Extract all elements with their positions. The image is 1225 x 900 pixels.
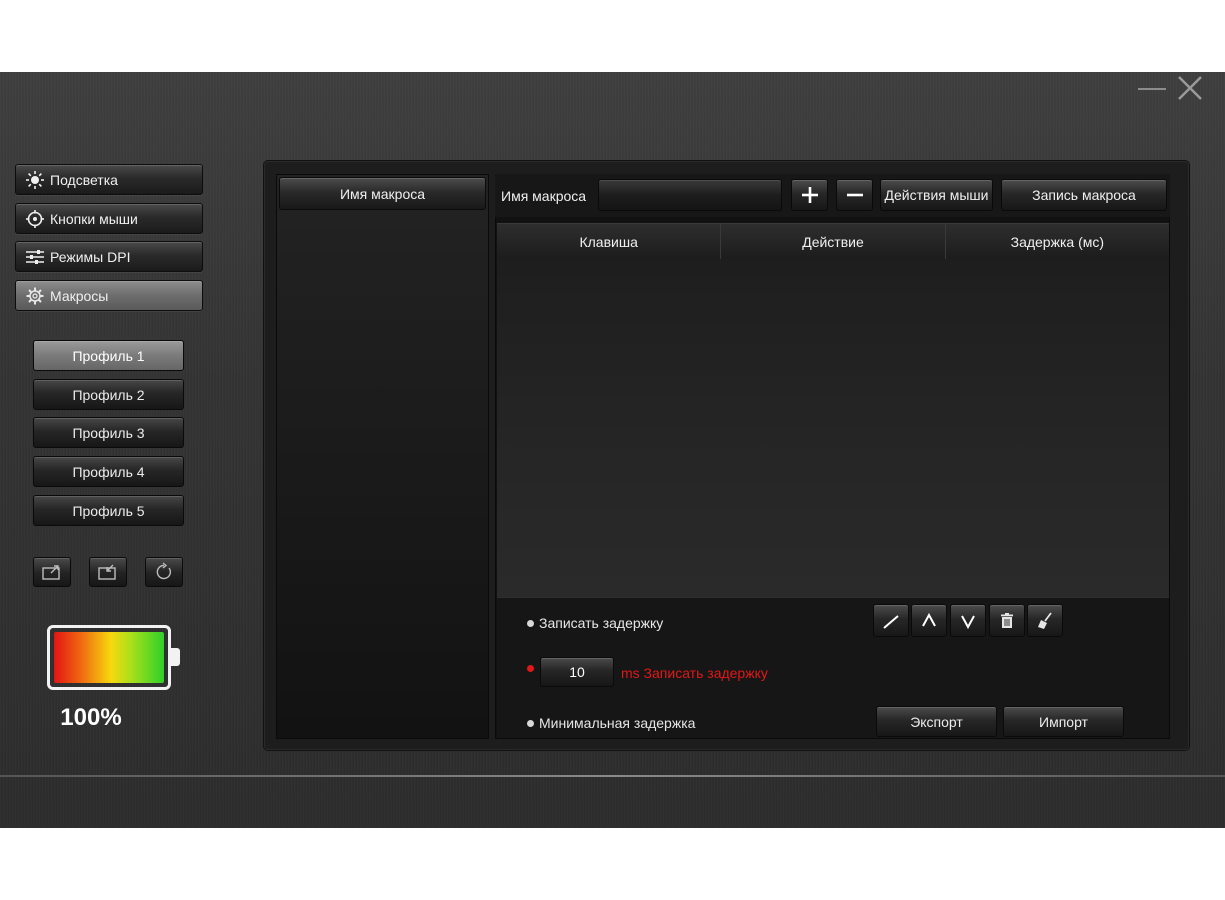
nav-lighting-button[interactable]: Подсветка xyxy=(15,164,203,195)
macro-name-input[interactable] xyxy=(598,179,782,211)
move-up-icon xyxy=(922,612,936,626)
radio-dot xyxy=(527,719,534,727)
profile-3-button[interactable]: Профиль 3 xyxy=(33,417,184,448)
min-delay-option[interactable]: Минимальная задержка xyxy=(527,715,695,731)
move-up-button[interactable] xyxy=(911,604,947,637)
profile-4-button[interactable]: Профиль 4 xyxy=(33,456,184,487)
export-button[interactable]: Экспорт xyxy=(876,706,997,737)
nav-dpi-button[interactable]: Режимы DPI xyxy=(15,241,203,272)
trash-icon xyxy=(1001,612,1013,628)
nav-macros-button[interactable]: Макросы xyxy=(15,280,203,311)
close-icon[interactable] xyxy=(1176,74,1204,102)
profile-5-button[interactable]: Профиль 5 xyxy=(33,495,184,526)
export-profile-icon xyxy=(42,565,60,580)
profile-2-button[interactable]: Профиль 2 xyxy=(33,379,184,410)
column-key: Клавиша xyxy=(497,224,722,259)
clear-icon xyxy=(1038,611,1052,629)
remove-macro-button[interactable] xyxy=(836,179,873,211)
import-profile-button[interactable] xyxy=(89,557,127,587)
profile-1-button[interactable]: Профиль 1 xyxy=(33,340,184,371)
sun-icon xyxy=(24,170,46,190)
fixed-delay-option[interactable] xyxy=(527,665,534,672)
nav-label: Макросы xyxy=(50,287,109,304)
import-profile-icon xyxy=(98,564,116,580)
minus-icon xyxy=(846,193,863,197)
column-action: Действие xyxy=(721,224,946,259)
record-macro-button[interactable]: Запись макроса xyxy=(1001,179,1167,211)
edit-icon xyxy=(883,614,899,629)
radio-dot xyxy=(527,665,534,672)
radio-dot xyxy=(527,619,534,627)
battery-indicator xyxy=(47,625,183,690)
footer-divider xyxy=(0,775,1225,777)
reset-profile-button[interactable] xyxy=(145,557,183,587)
macro-events-table[interactable] xyxy=(497,259,1169,597)
add-macro-button[interactable] xyxy=(791,179,828,211)
record-delay-label: Записать задержку xyxy=(539,615,664,631)
macro-name-label: Имя макроса xyxy=(501,188,587,204)
battery-percentage: 100% xyxy=(60,704,122,731)
move-down-button[interactable] xyxy=(950,604,986,637)
app-window: Подсветка Кнопки мыши Режимы DPI Макросы… xyxy=(0,72,1225,828)
nav-label: Кнопки мыши xyxy=(50,210,138,227)
macro-list[interactable] xyxy=(276,174,489,739)
table-header: Клавиша Действие Задержка (мс) xyxy=(497,223,1169,259)
sliders-icon xyxy=(24,247,46,267)
edit-event-button[interactable] xyxy=(873,604,909,637)
export-profile-button[interactable] xyxy=(33,557,71,587)
clear-events-button[interactable] xyxy=(1027,604,1063,637)
move-down-icon xyxy=(961,615,975,629)
minimize-icon[interactable] xyxy=(1138,82,1166,96)
crosshair-icon xyxy=(24,209,46,229)
delete-event-button[interactable] xyxy=(989,604,1025,637)
import-button[interactable]: Импорт xyxy=(1003,706,1124,737)
nav-mouse-buttons-button[interactable]: Кнопки мыши xyxy=(15,203,203,234)
min-delay-label: Минимальная задержка xyxy=(539,715,696,731)
nav-label: Подсветка xyxy=(50,171,118,188)
delay-value-input[interactable]: 10 xyxy=(540,657,614,687)
gear-icon xyxy=(24,286,46,306)
mouse-actions-button[interactable]: Действия мыши xyxy=(880,179,993,211)
column-delay: Задержка (мс) xyxy=(1010,233,1105,250)
macro-list-header[interactable]: Имя макроса xyxy=(279,177,486,210)
fixed-delay-label: ms Записать задержку xyxy=(621,665,768,681)
nav-label: Режимы DPI xyxy=(50,248,131,265)
record-delay-option[interactable]: Записать задержку xyxy=(527,615,663,631)
reset-icon xyxy=(156,562,172,580)
plus-icon xyxy=(801,187,818,203)
battery-level-fill xyxy=(54,632,164,683)
